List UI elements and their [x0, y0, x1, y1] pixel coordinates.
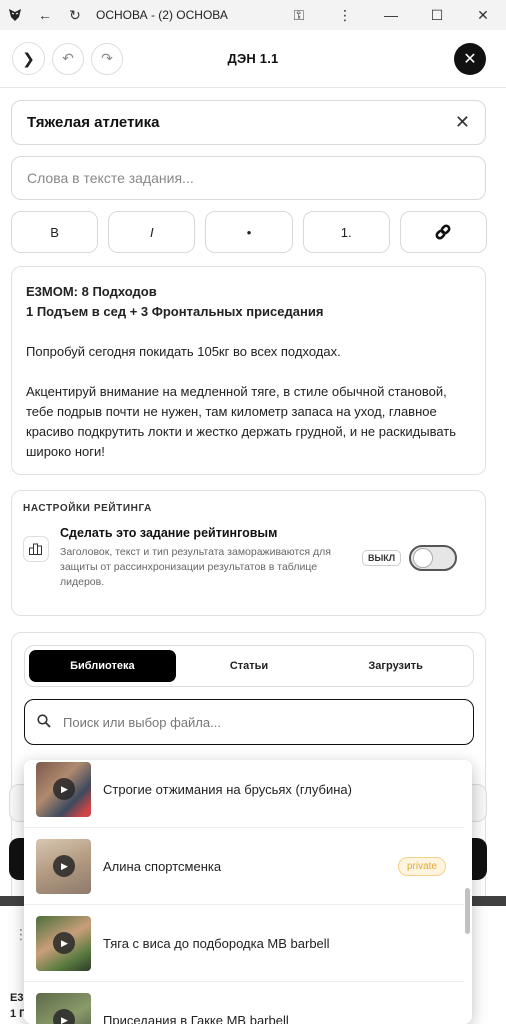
video-thumbnail: ▶: [36, 992, 91, 1024]
description-line-2: 1 Подъем в сед + 3 Фронтальных приседани…: [26, 304, 324, 319]
file-search-input[interactable]: Поиск или выбор файла...: [24, 699, 474, 745]
description-paragraph-1: Попробуй сегодня покидать 105кг во всех …: [26, 344, 341, 359]
chevron-right-icon: ❯: [22, 50, 35, 68]
bold-button[interactable]: B: [11, 211, 99, 253]
close-icon[interactable]: ✕: [460, 0, 506, 30]
rating-heading: НАСТРОЙКИ РЕЙТИНГА: [23, 503, 152, 514]
play-icon: ▶: [52, 778, 75, 800]
minimize-icon[interactable]: —: [368, 0, 414, 30]
video-thumbnail: ▶: [36, 838, 91, 894]
description-line-1: E3MOM: 8 Подходов: [26, 284, 157, 299]
list-item[interactable]: ▶ Строгие отжимания на брусьях (глубина): [24, 760, 464, 828]
link-icon: [435, 224, 451, 240]
rating-toggle-title: Сделать это задание рейтинговым: [60, 526, 278, 540]
list-item[interactable]: ▶ Алина спортсменка private: [24, 828, 464, 905]
redo-icon: ↷: [101, 50, 113, 66]
file-dropdown: ▶ Строгие отжимания на брусьях (глубина)…: [24, 760, 472, 1024]
list-item-label: Алина спортсменка: [103, 858, 222, 874]
play-icon: ▶: [52, 932, 75, 954]
rating-toggle[interactable]: [409, 545, 458, 571]
play-icon: ▶: [52, 1009, 75, 1024]
rating-settings: НАСТРОЙКИ РЕЙТИНГА Сделать это задание р…: [11, 490, 486, 616]
tab-library[interactable]: Библиотека: [29, 650, 176, 682]
editor-header: ❯ ↶ ↷ ДЭН 1.1 ✕: [0, 30, 506, 88]
tab-articles[interactable]: Статьи: [176, 650, 323, 682]
private-badge: private: [397, 856, 446, 876]
more-icon[interactable]: ⋮: [322, 0, 368, 30]
format-toolbar: B I • 1.: [11, 211, 488, 253]
browser-window-title: ОСНОВА - (2) ОСНОВА: [96, 8, 228, 22]
toggle-state-label: ВЫКЛ: [362, 550, 402, 566]
search-placeholder: Поиск или выбор файла...: [63, 714, 221, 730]
leaderboard-icon: [23, 536, 49, 562]
description-paragraph-2: Акцентируй внимание на медленной тяге, в…: [26, 384, 457, 459]
search-icon: [37, 713, 51, 731]
close-icon: ✕: [463, 51, 477, 68]
list-item-label: Приседания в Гакке MB barbell: [103, 1012, 289, 1024]
redo-button[interactable]: ↷: [91, 42, 123, 75]
play-icon: ▶: [52, 855, 75, 877]
list-item[interactable]: ▶ Приседания в Гакке MB barbell: [24, 982, 464, 1024]
rating-toggle-description: Заголовок, текст и тип результата замора…: [60, 546, 331, 588]
keywords-placeholder: Слова в тексте задания...: [27, 170, 194, 186]
app-logo-icon: [0, 0, 30, 30]
background-text-1: E3: [10, 992, 24, 1004]
numbered-list-button[interactable]: 1.: [302, 211, 390, 253]
browser-titlebar: ← ↻ ОСНОВА - (2) ОСНОВА ⚿ ⋮ — ☐ ✕: [0, 0, 506, 30]
task-title-value: Тяжелая атлетика: [27, 114, 160, 131]
tab-upload[interactable]: Загрузить: [322, 650, 469, 682]
link-button[interactable]: [399, 211, 488, 253]
list-item-label: Строгие отжимания на брусьях (глубина): [103, 781, 352, 797]
reload-icon[interactable]: ↻: [60, 0, 90, 30]
key-icon[interactable]: ⚿: [276, 0, 322, 30]
video-thumbnail: ▶: [36, 761, 91, 817]
forward-button[interactable]: ❯: [12, 42, 45, 75]
back-arrow-icon[interactable]: ←: [30, 0, 60, 30]
task-description[interactable]: E3MOM: 8 Подходов 1 Подъем в сед + 3 Фро…: [11, 266, 486, 475]
italic-button[interactable]: I: [108, 211, 196, 253]
list-item[interactable]: ▶ Тяга с виса до подбородка MB barbell: [24, 905, 464, 982]
bullet-list-button[interactable]: •: [205, 211, 293, 253]
maximize-icon[interactable]: ☐: [414, 0, 460, 30]
undo-icon: ↶: [62, 50, 74, 66]
video-thumbnail: ▶: [36, 915, 91, 971]
dropdown-scrollbar[interactable]: [465, 888, 470, 934]
task-title-field[interactable]: Тяжелая атлетика ✕: [11, 100, 486, 145]
media-tabs: Библиотека Статьи Загрузить: [24, 645, 474, 687]
list-item-label: Тяга с виса до подбородка MB barbell: [103, 935, 330, 951]
close-editor-button[interactable]: ✕: [454, 43, 486, 75]
undo-button[interactable]: ↶: [52, 42, 84, 75]
keywords-input[interactable]: Слова в тексте задания...: [11, 156, 486, 200]
clear-title-icon[interactable]: ✕: [455, 112, 470, 133]
